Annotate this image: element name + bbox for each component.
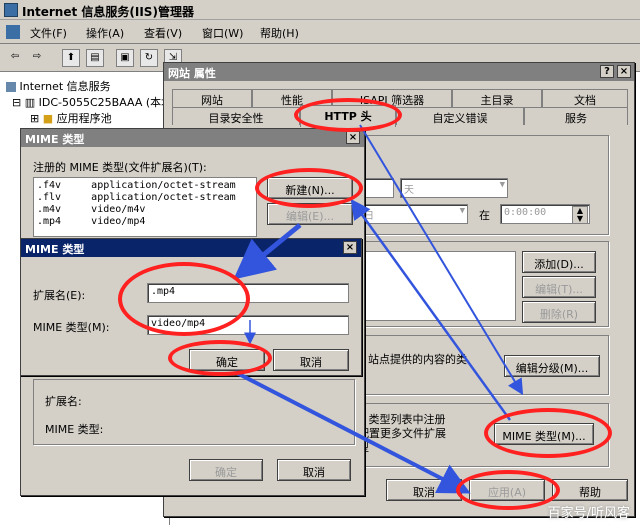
highlight-ok-button	[168, 340, 272, 376]
watermark: 百家号/听风客	[547, 506, 630, 521]
arrow-ok-to-apply	[234, 370, 471, 494]
arrow-mime-to-new	[350, 198, 512, 421]
highlight-mime-button	[484, 408, 612, 458]
highlight-apply-button	[456, 470, 560, 510]
arrow-new-to-ext	[233, 223, 302, 280]
highlight-new-button	[255, 168, 363, 208]
highlight-http-tab	[294, 98, 402, 132]
arrow-http-to-mime	[359, 124, 524, 396]
highlight-ext-field	[118, 262, 250, 336]
